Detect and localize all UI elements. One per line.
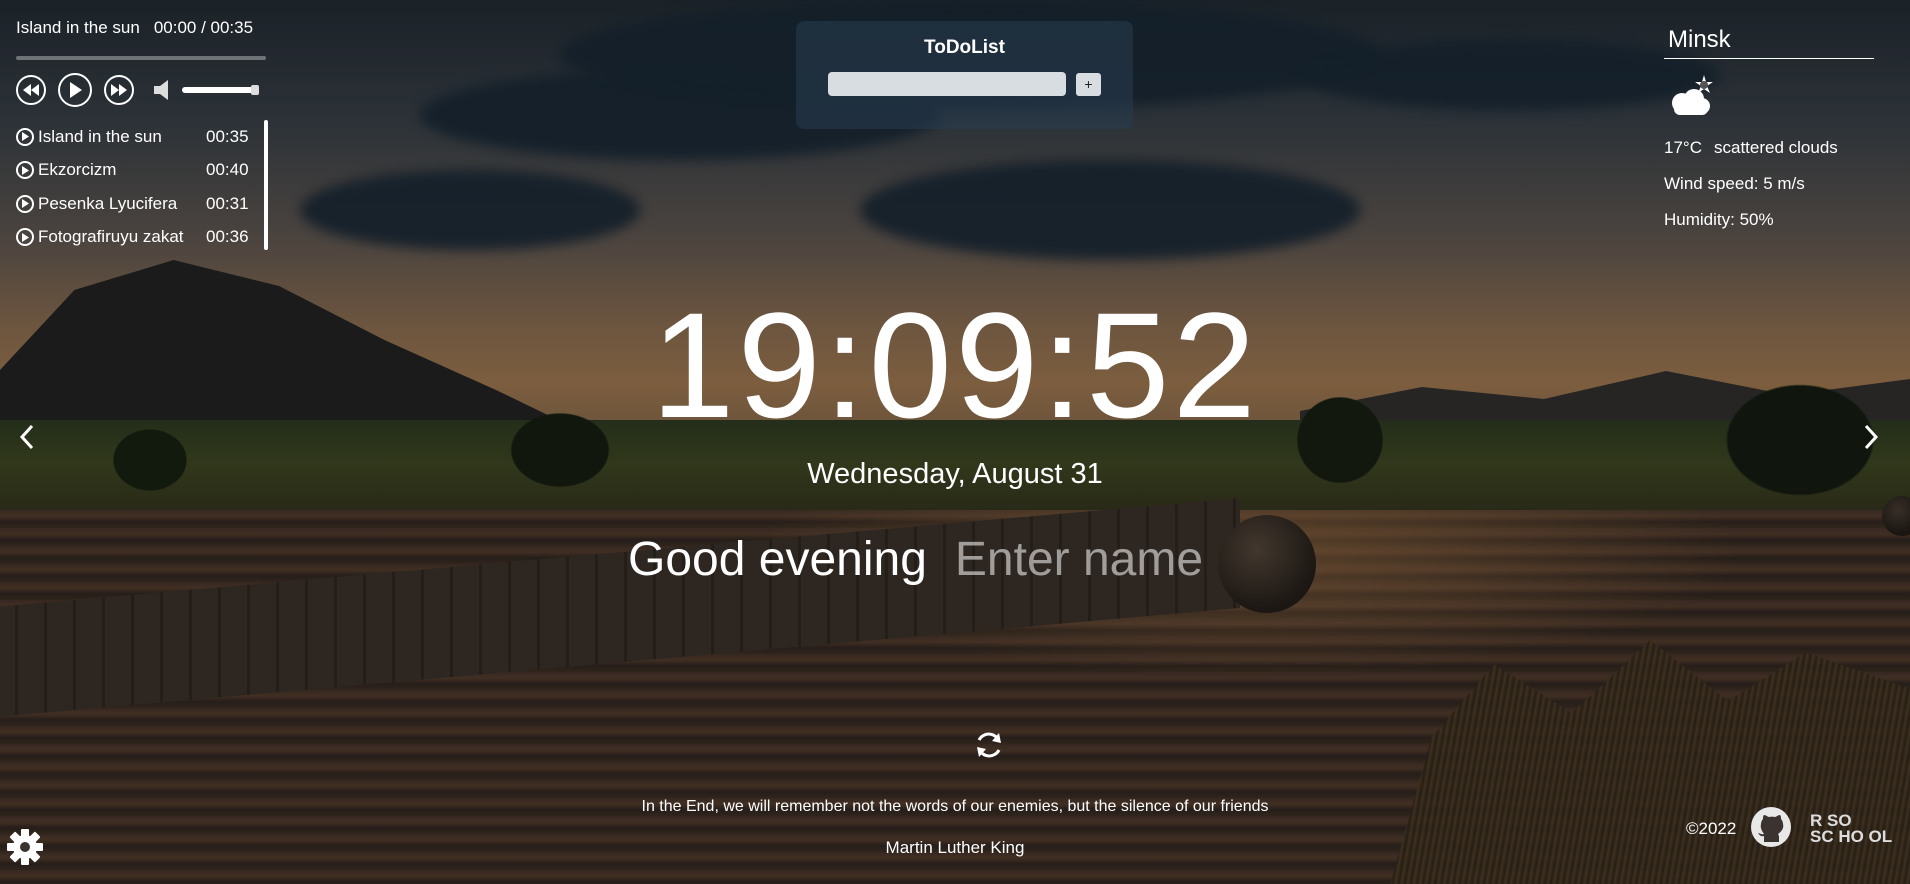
audio-player: Island in the sun 00:00 / 00:35 Island i…: [16, 14, 268, 250]
temperature: 17°C: [1664, 138, 1702, 157]
name-input[interactable]: Enter name: [955, 532, 1203, 587]
next-button[interactable]: [104, 75, 134, 105]
now-playing-time: 00:00 / 00:35: [153, 18, 254, 37]
playlist-item-title: Ekzorcizm: [38, 160, 117, 180]
player-controls: [16, 73, 268, 107]
todo-title: ToDoList: [924, 37, 1005, 58]
settings-gear-icon[interactable]: [6, 828, 44, 866]
partly-cloudy-night-icon: [1664, 73, 1874, 126]
weather-description: scattered clouds: [1713, 138, 1838, 157]
refresh-quote-icon[interactable]: [972, 728, 1006, 762]
now-playing-title: Island in the sun: [16, 18, 140, 37]
now-playing: Island in the sun 00:00 / 00:35: [16, 14, 268, 42]
playlist-item-duration: 00:40: [206, 160, 249, 180]
play-icon: [16, 228, 34, 247]
playlist-item-duration: 00:36: [206, 227, 249, 247]
todo-add-button[interactable]: +: [1076, 72, 1101, 96]
greeting-container: Good evening Enter name: [628, 532, 1203, 587]
greeting-text: Good evening: [628, 533, 927, 586]
playlist-item-duration: 00:31: [206, 193, 249, 213]
github-icon[interactable]: [1750, 806, 1792, 848]
rewind-icon: [23, 84, 39, 96]
play-icon: [16, 194, 34, 213]
volume-slider[interactable]: [182, 85, 259, 95]
todo-form: +: [796, 72, 1133, 96]
slide-next-icon[interactable]: [1856, 420, 1886, 454]
previous-button[interactable]: [16, 75, 46, 105]
play-icon: [16, 161, 34, 180]
clock-date: Wednesday, August 31: [807, 458, 1103, 490]
quote-text: In the End, we will remember not the wor…: [641, 798, 1269, 815]
playlist-item-title: Island in the sun: [38, 126, 162, 146]
rs-school-logo-line2: SC HO OL: [1810, 827, 1893, 846]
playlist-item-title: Pesenka Lyucifera: [38, 193, 178, 213]
playlist-item[interactable]: Island in the sun 00:35: [16, 120, 268, 154]
playlist-item[interactable]: Fotografiruyu zakat 00:36: [16, 221, 268, 255]
playlist: Island in the sun 00:35 Ekzorcizm 00:40 …: [16, 120, 268, 250]
weather-widget: Minsk 17°C scattered clouds Wind speed: 5…: [1664, 22, 1874, 234]
playlist-item[interactable]: Ekzorcizm 00:40: [16, 154, 268, 188]
todo-input[interactable]: [828, 72, 1066, 96]
playlist-item-title: Fotografiruyu zakat: [38, 227, 184, 247]
todo-panel: ToDoList +: [796, 21, 1133, 129]
play-button[interactable]: [58, 73, 92, 107]
play-icon: [16, 127, 34, 146]
volume-icon[interactable]: [154, 79, 170, 101]
wind-speed: Wind speed: 5 m/s: [1664, 174, 1805, 193]
city-input[interactable]: Minsk: [1664, 22, 1874, 59]
weather-summary: 17°C scattered clouds: [1664, 134, 1874, 162]
playlist-item-duration: 00:35: [206, 126, 249, 146]
humidity: Humidity: 50%: [1664, 210, 1774, 229]
slide-prev-icon[interactable]: [12, 420, 42, 454]
copyright: ©2022: [1686, 819, 1737, 838]
clock-time: 19:09:52: [651, 281, 1259, 449]
progress-bar[interactable]: [16, 56, 266, 60]
playlist-scrollbar[interactable]: [264, 120, 268, 250]
quote-author: Martin Luther King: [885, 838, 1025, 857]
play-icon: [70, 82, 82, 98]
playlist-item[interactable]: Pesenka Lyucifera 00:31: [16, 187, 268, 221]
fast-forward-icon: [111, 84, 127, 96]
rs-school-logo[interactable]: R SO SC HO OL: [1810, 810, 1902, 850]
